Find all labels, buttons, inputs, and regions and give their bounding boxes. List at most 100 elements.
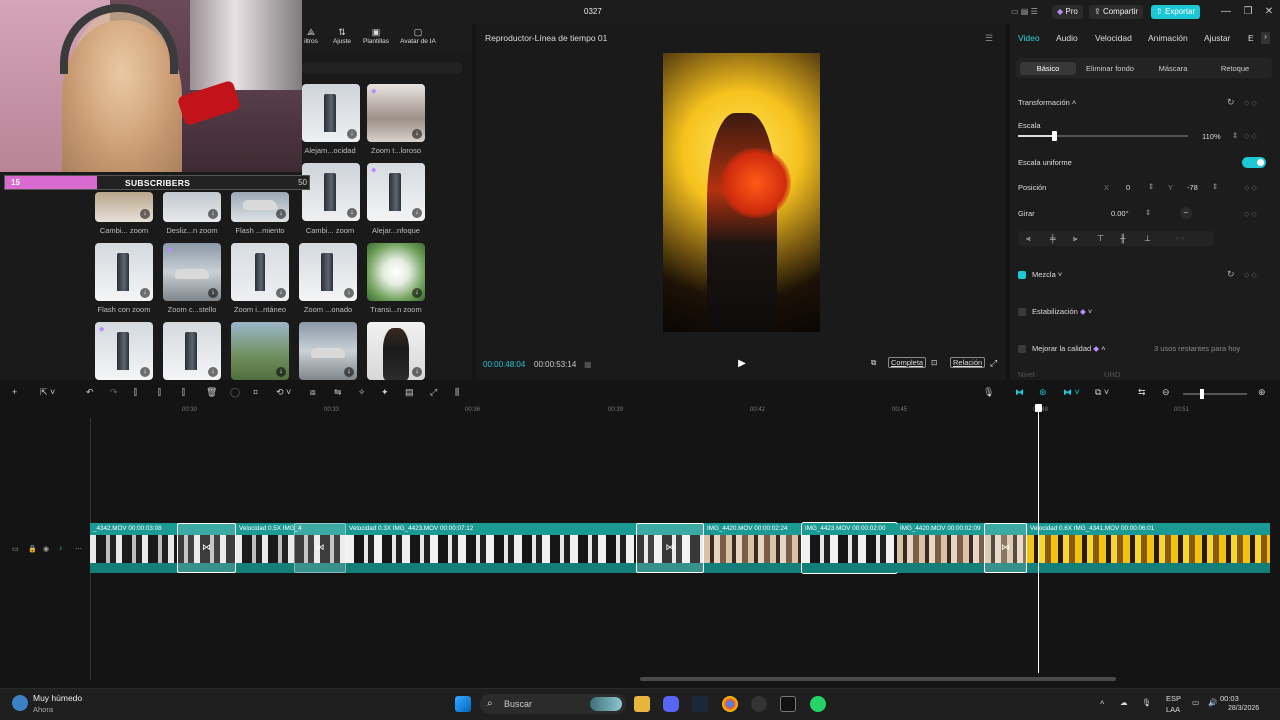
transition-marker[interactable]: ⋈ <box>636 523 704 573</box>
align-left-icon[interactable]: ⫷ <box>1026 234 1031 244</box>
stepper-icon[interactable]: ⇕ <box>1145 208 1151 217</box>
delete-icon[interactable]: 🗑 <box>206 387 217 398</box>
zoom-slider[interactable] <box>1183 389 1247 399</box>
track-icon[interactable]: ⧉ ˅ <box>1095 387 1109 398</box>
volume-icon[interactable]: 🔊 <box>1208 698 1217 707</box>
effect-tile[interactable]: ↓ <box>163 322 221 380</box>
undo-icon[interactable]: ↶ <box>86 387 94 398</box>
crop-icon[interactable]: ⌗ <box>253 387 258 398</box>
quality-section[interactable]: Mejorar la calidad ◆ ˄ <box>1032 344 1106 353</box>
fit-icon[interactable]: ⧉ <box>871 358 876 368</box>
playhead-handle[interactable] <box>1035 404 1042 412</box>
split-icon[interactable]: ⫿ <box>134 387 137 398</box>
keyframe-icon[interactable]: ◇ ◇ <box>1244 99 1257 107</box>
track-cover-icon[interactable]: ▭ <box>12 545 19 553</box>
download-icon[interactable]: ↓ <box>140 288 150 298</box>
pos-x-input[interactable]: 0 <box>1126 183 1130 192</box>
blend-section[interactable]: Mezcla ˅ <box>1032 270 1062 279</box>
effect-tile[interactable]: ◆ ↓ <box>367 163 425 221</box>
tab-more[interactable]: E <box>1248 33 1254 43</box>
reset-icon[interactable]: ↻ <box>1227 269 1235 280</box>
transform-section[interactable]: Transformación ˄ <box>1018 98 1076 107</box>
download-icon[interactable]: ↓ <box>208 288 218 298</box>
select-icon[interactable]: ⇱ ˅ <box>40 387 55 398</box>
keyframe-icon[interactable]: ◇ ◇ <box>1244 132 1257 140</box>
tab-adjust[interactable]: Ajustar <box>1204 33 1230 43</box>
magic-icon[interactable]: ✦ <box>381 387 389 398</box>
zoom-knob[interactable] <box>1200 389 1204 399</box>
snap-icon[interactable]: ⧓ ˅ <box>1063 387 1080 398</box>
effect-tile[interactable]: ↓ <box>302 84 360 142</box>
download-icon[interactable]: ↓ <box>347 208 357 218</box>
pro-button[interactable]: ◆ Pro <box>1052 5 1083 19</box>
chevron-right-icon[interactable]: › <box>1261 32 1270 44</box>
download-icon[interactable]: ↓ <box>412 129 422 139</box>
effect-tile[interactable]: ↓ <box>95 192 153 222</box>
download-icon[interactable]: ↓ <box>412 367 422 377</box>
whatsapp-icon[interactable] <box>810 696 826 712</box>
obs-icon[interactable] <box>751 696 767 712</box>
effect-tile[interactable]: ↓ <box>231 243 289 301</box>
download-icon[interactable]: ↓ <box>140 209 150 219</box>
uniform-scale-toggle[interactable] <box>1242 157 1266 168</box>
play-icon[interactable]: ▶ <box>736 358 748 370</box>
keyframe-icon[interactable]: ◇ ◇ <box>1244 271 1257 279</box>
more-icon[interactable]: ⋯ <box>75 545 82 553</box>
stabilization-section[interactable]: Estabilización ◆ ˅ <box>1032 307 1092 316</box>
effect-tile[interactable]: ↓ <box>231 322 289 380</box>
share-button[interactable]: ⇪ Compartir <box>1089 5 1144 19</box>
split-right-icon[interactable]: ⫿ <box>182 387 185 398</box>
effect-tile[interactable]: ↓ <box>367 243 425 301</box>
scale-value[interactable]: 110% <box>1202 132 1221 141</box>
stepper-icon[interactable]: ⇕ <box>1232 131 1238 140</box>
download-icon[interactable]: ↓ <box>276 288 286 298</box>
zoom-out-icon[interactable]: ⊖ <box>1162 387 1170 398</box>
download-icon[interactable]: ↓ <box>140 367 150 377</box>
transition-marker[interactable]: ⋈ <box>177 523 236 573</box>
effect-tile[interactable]: ◆ ↓ <box>367 84 425 142</box>
download-icon[interactable]: ↓ <box>208 367 218 377</box>
blend-checkbox[interactable] <box>1018 271 1026 279</box>
chevron-up-icon[interactable]: ˄ <box>1100 698 1104 707</box>
snapshot-icon[interactable]: ⊡ <box>931 358 937 367</box>
align-right-icon[interactable]: ⫸ <box>1073 234 1078 244</box>
audio-icon[interactable]: ♪ <box>59 545 63 552</box>
subtab-basic[interactable]: Básico <box>1020 62 1076 75</box>
video-preview[interactable] <box>663 53 820 332</box>
grid-icon[interactable]: ▦ <box>584 360 592 369</box>
level-value[interactable]: UHD <box>1104 370 1120 379</box>
tool-ai-avatar[interactable]: ▢ Avatar de IA <box>396 27 440 45</box>
weather-title[interactable]: Muy húmedo <box>33 693 82 703</box>
tab-video[interactable]: Video <box>1018 33 1040 43</box>
menu-icon[interactable]: ☰ <box>985 33 993 44</box>
minimize-button[interactable]: — <box>1219 5 1233 19</box>
lock-icon[interactable]: 🔒 <box>28 545 37 553</box>
magnet-icon[interactable]: ⊛ <box>1039 387 1047 398</box>
effect-tile[interactable]: ↓ <box>367 322 425 380</box>
align-bottom-icon[interactable]: ⊥ <box>1144 234 1151 243</box>
ratio-button[interactable]: Relación <box>950 357 986 368</box>
timeline-ruler[interactable] <box>90 404 1280 418</box>
stabilization-checkbox[interactable] <box>1018 308 1026 316</box>
clock-time[interactable]: 00:03 <box>1220 694 1239 703</box>
tool-adjust[interactable]: ⇅ Ajuste <box>330 27 354 45</box>
playhead[interactable] <box>1038 405 1039 673</box>
download-icon[interactable]: ↓ <box>412 208 422 218</box>
pos-y-input[interactable]: -78 <box>1187 183 1198 192</box>
preview-axis-icon[interactable]: ⇆ <box>1138 387 1146 398</box>
weather-icon[interactable] <box>12 695 28 711</box>
timeline-clip-selected[interactable]: IMG_4423.MOV 00:00:02:00 <box>801 522 898 574</box>
download-icon[interactable]: ↓ <box>412 288 422 298</box>
quality-checkbox[interactable] <box>1018 345 1026 353</box>
resize-icon[interactable]: ⤢ <box>430 387 437 398</box>
steam-icon[interactable] <box>692 696 708 712</box>
download-icon[interactable]: ↓ <box>276 367 286 377</box>
transition-marker[interactable]: ⋈ <box>984 523 1027 573</box>
align-center-h-icon[interactable]: ╪ <box>1050 234 1056 243</box>
effect-tile[interactable]: ↓ <box>299 243 357 301</box>
keyframe-icon[interactable]: ◇ ◇ <box>1244 210 1257 218</box>
ai-icon[interactable]: ✧ <box>358 387 366 398</box>
clock-date[interactable]: 28/3/2026 <box>1228 705 1259 712</box>
link-icon[interactable]: ⧓ <box>1015 387 1024 398</box>
mic-tray-icon[interactable]: 🎙 <box>1142 698 1152 707</box>
